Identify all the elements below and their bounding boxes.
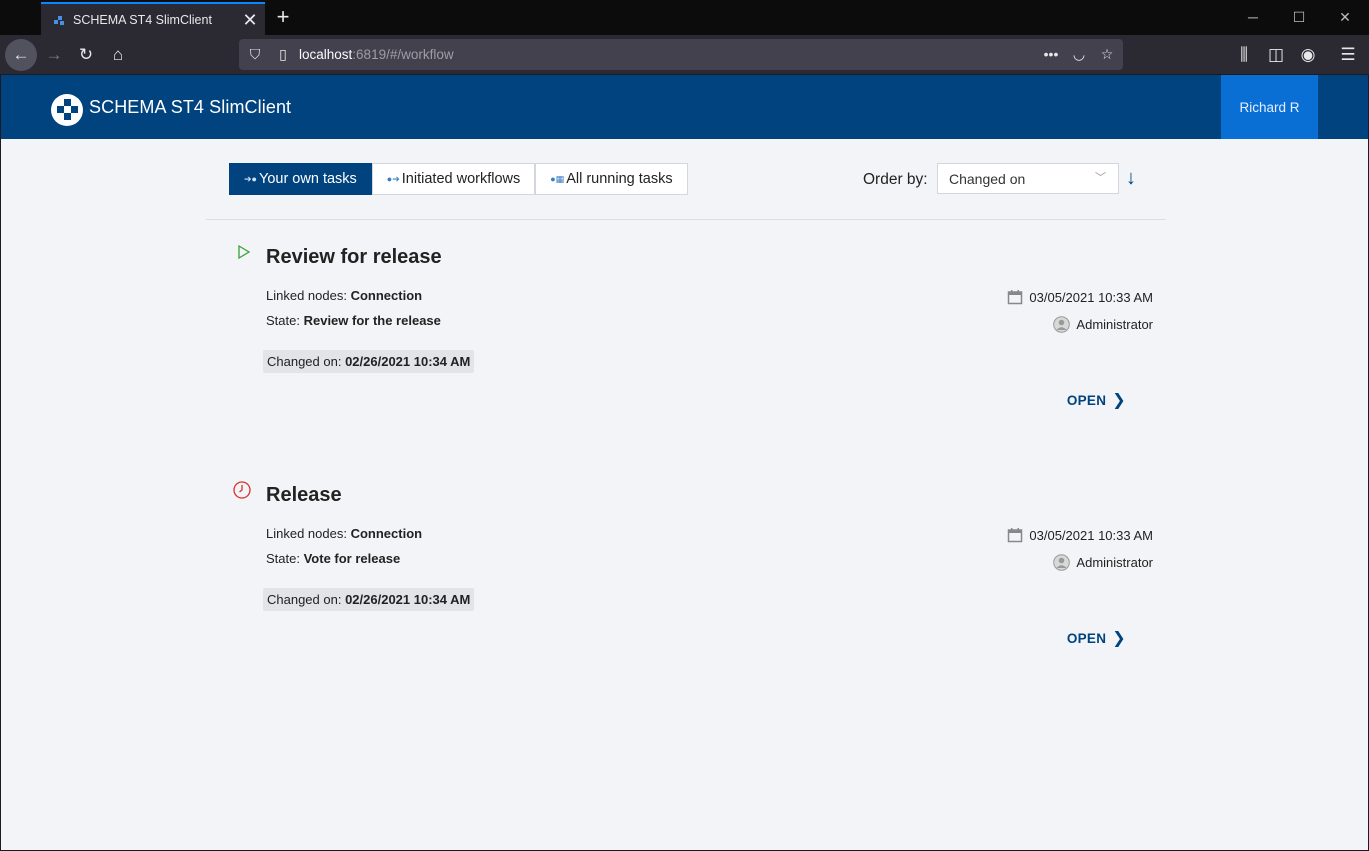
minimize-icon[interactable]: ─	[1230, 0, 1276, 34]
task-title: Release	[266, 484, 342, 506]
menu-icon[interactable]: ☰	[1332, 39, 1364, 71]
bookmark-star-icon[interactable]: ☆	[1093, 39, 1121, 70]
chevron-right-icon: ❯	[1112, 630, 1126, 647]
changed-on-badge: Changed on: 02/26/2021 10:34 AM	[263, 350, 475, 373]
all-running-tasks-icon: ●▦	[550, 173, 565, 184]
task-state: State: Review for the release	[266, 313, 441, 328]
back-icon[interactable]: ←	[5, 39, 37, 71]
shield-icon[interactable]: ⛉	[241, 39, 269, 70]
task-date: 03/05/2021 10:33 AM	[1007, 527, 1153, 543]
order-by-select[interactable]: Changed on ﹀	[937, 163, 1119, 194]
tab-your-own-tasks[interactable]: ➔● Your own tasks	[229, 163, 372, 195]
user-icon	[1053, 316, 1071, 333]
reload-icon[interactable]: ↻	[70, 39, 102, 71]
user-icon	[1053, 554, 1071, 571]
divider	[206, 219, 1166, 220]
task-user: Administrator	[1053, 316, 1153, 333]
linked-nodes: Linked nodes: Connection	[266, 526, 423, 541]
open-task-button[interactable]: OPEN ❯	[1067, 390, 1126, 410]
page-icon: ▯	[279, 46, 287, 62]
task-card: Release Linked nodes: Connection State: …	[229, 479, 1166, 699]
task-title: Review for release	[266, 246, 442, 268]
chevron-down-icon: ﹀	[1095, 172, 1106, 184]
chevron-right-icon: ❯	[1112, 392, 1126, 409]
tab-initiated-workflows[interactable]: ●➔ Initiated workflows	[371, 163, 536, 195]
task-card: Review for release Linked nodes: Connect…	[229, 241, 1166, 461]
sidebar-icon[interactable]: ◫	[1260, 39, 1292, 71]
linked-nodes: Linked nodes: Connection	[266, 288, 423, 303]
task-state: State: Vote for release	[266, 551, 401, 566]
app-header: SCHEMA ST4 SlimClient Richard R	[1, 75, 1368, 139]
url-bar[interactable]: ⛉ ▯ localhost:6819/#/workflow ••• ◡ ☆	[239, 39, 1123, 70]
new-tab-icon[interactable]: +	[268, 2, 298, 33]
browser-tab[interactable]: SCHEMA ST4 SlimClient ✕	[41, 2, 265, 35]
schema-favicon-icon	[53, 14, 65, 26]
user-menu[interactable]: Richard R	[1221, 75, 1318, 139]
task-filter-tabs: ➔● Your own tasks ●➔ Initiated workflows…	[229, 163, 688, 195]
close-tab-icon[interactable]: ✕	[235, 5, 265, 35]
play-icon	[238, 244, 251, 260]
open-task-button[interactable]: OPEN ❯	[1067, 628, 1126, 648]
browser-toolbar: ← → ↻ ⌂ ⛉ ▯ localhost:6819/#/workflow ••…	[0, 35, 1369, 74]
initiated-workflows-icon: ●➔	[386, 173, 400, 184]
browser-tab-title: SCHEMA ST4 SlimClient	[73, 12, 212, 27]
calendar-icon	[1008, 290, 1023, 305]
maximize-icon[interactable]: ☐	[1276, 0, 1322, 34]
app-brand: SCHEMA ST4 SlimClient	[89, 97, 292, 117]
clock-icon	[233, 481, 251, 499]
changed-on-badge: Changed on: 02/26/2021 10:34 AM	[263, 588, 475, 611]
more-actions-icon[interactable]: •••	[1037, 39, 1065, 70]
home-icon[interactable]: ⌂	[102, 39, 134, 71]
library-icon[interactable]: ⫼	[1228, 39, 1260, 71]
url-text[interactable]: localhost:6819/#/workflow	[299, 47, 454, 62]
own-tasks-icon: ➔●	[244, 173, 257, 184]
task-user: Administrator	[1053, 554, 1153, 571]
sort-descending-icon[interactable]: ↓	[1121, 167, 1141, 191]
browser-tab-strip: SCHEMA ST4 SlimClient ✕ + ─ ☐ ✕	[0, 0, 1369, 35]
forward-icon[interactable]: →	[38, 39, 70, 71]
tab-all-running-tasks[interactable]: ●▦ All running tasks	[535, 163, 688, 195]
pocket-icon[interactable]: ◡	[1065, 39, 1093, 70]
order-by-label: Order by:	[863, 171, 928, 188]
task-date: 03/05/2021 10:33 AM	[1007, 289, 1153, 305]
account-icon[interactable]: ◉	[1292, 39, 1324, 71]
window-close-icon[interactable]: ✕	[1322, 0, 1368, 34]
calendar-icon	[1008, 528, 1023, 543]
schema-logo-icon	[51, 94, 83, 126]
app-viewport: SCHEMA ST4 SlimClient Richard R ➔● Your …	[1, 75, 1368, 850]
